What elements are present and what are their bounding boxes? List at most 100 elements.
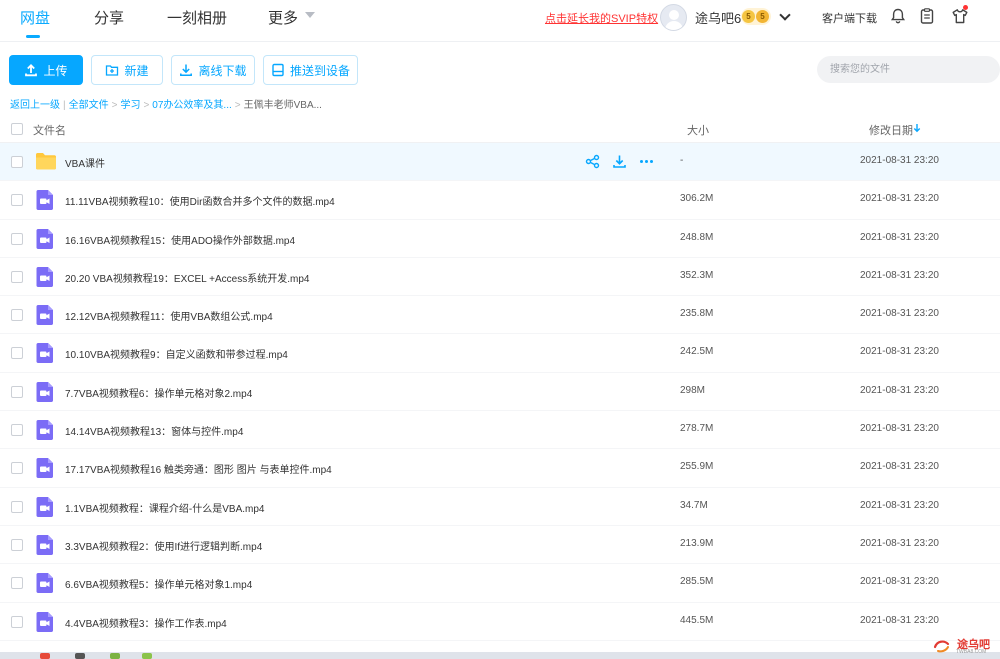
- tab-album[interactable]: 一刻相册: [167, 7, 227, 28]
- new-folder-icon: [106, 65, 119, 76]
- file-modified-date: 2021-08-31 23:20: [860, 155, 939, 166]
- svip-promo-link[interactable]: 点击延长我的SVIP特权: [545, 10, 658, 26]
- file-modified-date: 2021-08-31 23:20: [860, 614, 939, 626]
- file-name[interactable]: 4.4VBA视频教程3：操作工作表.mp4: [65, 615, 227, 630]
- row-checkbox[interactable]: [11, 577, 23, 590]
- video-file-icon: [35, 496, 55, 518]
- select-all-checkbox[interactable]: [11, 123, 23, 135]
- file-name[interactable]: 10.10VBA视频教程9：自定义函数和带参过程.mp4: [65, 346, 288, 361]
- push-to-device-button[interactable]: 推送到设备: [263, 55, 358, 85]
- row-checkbox[interactable]: [11, 232, 23, 245]
- table-row[interactable]: 6.6VBA视频教程5：操作单元格对象1.mp4 285.5M 2021-08-31…: [0, 564, 1000, 603]
- upload-icon: [25, 64, 38, 77]
- sort-down-arrow-icon[interactable]: [913, 123, 921, 133]
- table-row[interactable]: 12.12VBA视频教程11：使用VBA数组公式.mp4 235.8M 2021-0…: [0, 296, 1000, 335]
- new-button[interactable]: 新建: [91, 55, 163, 85]
- row-checkbox[interactable]: [11, 500, 23, 513]
- table-row[interactable]: 1.1VBA视频教程：课程介绍-什么是VBA.mp4 34.7M 2021-08-3…: [0, 488, 1000, 526]
- table-row[interactable]: 10.10VBA视频教程9：自定义函数和带参过程.mp4 242.5M 2021-0…: [0, 334, 1000, 373]
- row-checkbox[interactable]: [11, 538, 23, 551]
- column-header-modified[interactable]: 修改日期: [869, 122, 913, 138]
- watermark-logo: 途乌吧 TWBA8.COM: [930, 636, 996, 656]
- clipboard-icon[interactable]: [918, 7, 936, 25]
- username[interactable]: 途乌吧6: [695, 8, 741, 27]
- row-checkbox[interactable]: [11, 156, 23, 168]
- video-file-icon: [35, 342, 55, 364]
- row-checkbox[interactable]: [11, 424, 23, 437]
- file-name[interactable]: 3.3VBA视频教程2：使用If进行逻辑判断.mp4: [65, 538, 262, 553]
- tab-more[interactable]: 更多: [268, 7, 298, 28]
- row-checkbox[interactable]: [11, 309, 23, 322]
- file-name[interactable]: 17.17VBA视频教程16 触类旁通：图形 图片 与表单控件.mp4: [65, 461, 332, 476]
- video-file-icon: [35, 381, 55, 403]
- row-checkbox[interactable]: [11, 347, 23, 360]
- column-header-name[interactable]: 文件名: [33, 122, 66, 138]
- row-checkbox[interactable]: [11, 270, 23, 283]
- download-icon[interactable]: [612, 154, 627, 169]
- chevron-down-icon[interactable]: [305, 12, 315, 18]
- share-icon[interactable]: [585, 154, 600, 169]
- file-modified-date: 2021-08-31 23:20: [860, 537, 939, 549]
- file-size: 235.8M: [680, 308, 714, 320]
- client-download-link[interactable]: 客户端下载: [822, 10, 877, 26]
- tab-share[interactable]: 分享: [94, 7, 124, 28]
- row-checkbox[interactable]: [11, 615, 23, 628]
- folder-row[interactable]: VBA课件 - 2021-08-31 23:20: [0, 143, 1000, 182]
- table-row[interactable]: 17.17VBA视频教程16 触类旁通：图形 图片 与表单控件.mp4 255.9…: [0, 449, 1000, 488]
- push-to-device-label: 推送到设备: [289, 63, 350, 78]
- user-menu-chevron-icon[interactable]: [779, 9, 791, 21]
- file-name[interactable]: 12.12VBA视频教程11：使用VBA数组公式.mp4: [65, 308, 273, 323]
- tab-netdisk[interactable]: 网盘: [20, 7, 50, 28]
- row-checkbox[interactable]: [11, 194, 23, 207]
- table-row[interactable]: 20.20 VBA视频教程19：EXCEL +Access系统开发.mp4 352…: [0, 258, 1000, 297]
- column-header-size[interactable]: 大小: [687, 122, 709, 138]
- breadcrumb-office[interactable]: 07办公效率及其...: [152, 100, 231, 111]
- row-actions: [585, 154, 654, 169]
- download-icon: [180, 64, 193, 77]
- file-name[interactable]: 20.20 VBA视频教程19：EXCEL +Access系统开发.mp4: [65, 270, 309, 285]
- video-file-icon: [35, 228, 55, 250]
- file-name[interactable]: 6.6VBA视频教程5：操作单元格对象1.mp4: [65, 576, 252, 591]
- video-file-icon: [35, 304, 55, 326]
- file-modified-date: 2021-08-31 23:20: [860, 461, 939, 473]
- breadcrumb-current: 王佩丰老师VBA...: [243, 100, 322, 111]
- file-modified-date: 2021-08-31 23:20: [860, 269, 939, 281]
- vip-badge-icon: 5: [742, 10, 755, 23]
- file-name[interactable]: 1.1VBA视频教程：课程介绍-什么是VBA.mp4: [65, 500, 264, 515]
- breadcrumb-study[interactable]: 学习: [120, 100, 140, 111]
- file-size: 255.9M: [680, 461, 714, 473]
- table-row[interactable]: 7.7VBA视频教程6：操作单元格对象2.mp4 298M 2021-08-31 2…: [0, 373, 1000, 412]
- file-modified-date: 2021-08-31 23:20: [860, 193, 939, 205]
- row-checkbox[interactable]: [11, 462, 23, 475]
- video-file-icon: [35, 534, 55, 556]
- offline-download-label: 离线下载: [198, 63, 247, 78]
- avatar[interactable]: [660, 4, 687, 31]
- table-row[interactable]: 14.14VBA视频教程13：窗体与控件.mp4 278.7M 2021-08-31…: [0, 411, 1000, 450]
- video-file-icon: [35, 572, 55, 594]
- table-row[interactable]: 11.11VBA视频教程10：使用Dir函数合并多个文件的数据.mp4 306.2…: [0, 181, 1000, 220]
- search-input[interactable]: [817, 56, 1000, 83]
- file-modified-date: 2021-08-31 23:20: [860, 499, 939, 511]
- file-name[interactable]: 11.11VBA视频教程10：使用Dir函数合并多个文件的数据.mp4: [65, 193, 335, 208]
- active-tab-indicator: [26, 35, 40, 38]
- file-modified-date: 2021-08-31 23:20: [860, 308, 939, 320]
- more-options-icon[interactable]: [639, 154, 654, 169]
- table-row[interactable]: 4.4VBA视频教程3：操作工作表.mp4 445.5M 2021-08-31 23…: [0, 603, 1000, 641]
- file-name[interactable]: 14.14VBA视频教程13：窗体与控件.mp4: [65, 423, 243, 438]
- file-size: 285.5M: [680, 576, 714, 588]
- file-size: 445.5M: [680, 614, 714, 626]
- breadcrumb-all-files[interactable]: 全部文件: [69, 100, 109, 111]
- row-checkbox[interactable]: [11, 385, 23, 398]
- file-modified-date: 2021-08-31 23:20: [860, 231, 939, 243]
- table-row[interactable]: 3.3VBA视频教程2：使用If进行逻辑判断.mp4 213.9M 2021-08-…: [0, 526, 1000, 565]
- file-name[interactable]: VBA课件: [65, 155, 105, 170]
- table-row[interactable]: 16.16VBA视频教程15：使用ADO操作外部数据.mp4 248.8M 2021…: [0, 220, 1000, 258]
- file-name[interactable]: 16.16VBA视频教程15：使用ADO操作外部数据.mp4: [65, 232, 295, 247]
- breadcrumb-back[interactable]: 返回上一级: [10, 100, 60, 111]
- upload-button[interactable]: 上传: [9, 55, 83, 85]
- video-file-icon: [35, 611, 55, 633]
- bell-icon[interactable]: [889, 7, 907, 25]
- file-name[interactable]: 7.7VBA视频教程6：操作单元格对象2.mp4: [65, 385, 252, 400]
- offline-download-button[interactable]: 离线下载: [171, 55, 255, 85]
- file-size: 306.2M: [680, 193, 714, 205]
